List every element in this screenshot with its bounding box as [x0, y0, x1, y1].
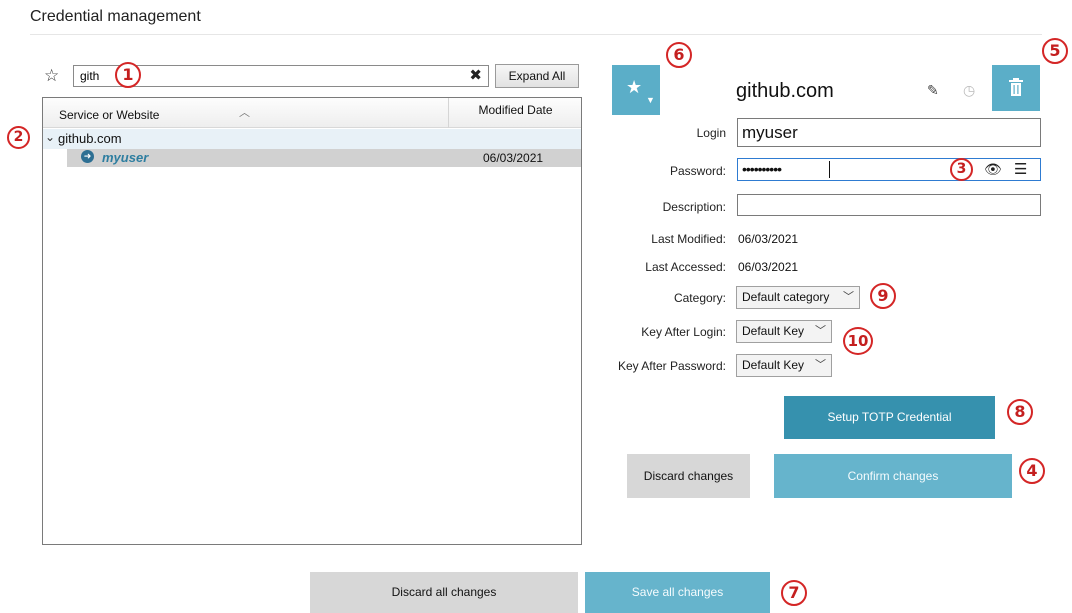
description-input[interactable] [738, 195, 1036, 215]
text-caret [829, 161, 830, 178]
expand-all-button[interactable]: Expand All [495, 64, 579, 88]
confirm-changes-button[interactable]: Confirm changes [774, 454, 1012, 498]
password-generator-sliders-icon[interactable]: ☰ [1014, 160, 1027, 178]
row-username: myuser [102, 150, 149, 165]
callout-3: 3 [950, 158, 973, 181]
callout-5: 5 [1042, 38, 1068, 64]
history-icon[interactable]: ◷ [963, 82, 975, 99]
key-after-login-selected-value: Default Key [742, 324, 805, 338]
category-select[interactable]: Default category ﹀ [736, 286, 860, 309]
category-label: Category: [673, 291, 726, 305]
tree-header: ︿ Service or Website Modified Date [43, 98, 581, 128]
login-label: Login [696, 126, 726, 140]
tree-group-label: github.com [58, 131, 122, 146]
tree-group-row[interactable]: ⌄ github.com [43, 129, 581, 149]
favorite-toggle-button[interactable]: ★ ▼ [612, 65, 660, 115]
save-all-changes-button[interactable]: Save all changes [585, 572, 770, 613]
key-after-login-select[interactable]: Default Key ﹀ [736, 320, 832, 343]
callout-10: 10 [843, 327, 873, 355]
description-field[interactable] [737, 194, 1041, 216]
caret-down-icon: ▼ [646, 95, 655, 105]
service-title: github.com [736, 80, 834, 102]
table-row[interactable]: ➜ myuser 06/03/2021 [67, 149, 581, 167]
show-password-eye-icon[interactable]: 👁 [984, 161, 1002, 178]
edit-icon[interactable]: ✎ [927, 82, 939, 99]
password-label: Password: [669, 164, 726, 178]
login-field[interactable] [737, 118, 1041, 147]
column-header-service-label: Service or Website [59, 108, 160, 122]
chevron-down-icon: ﹀ [815, 325, 826, 337]
callout-4: 4 [1019, 458, 1045, 484]
last-modified-label: Last Modified: [651, 232, 726, 246]
last-modified-value: 06/03/2021 [738, 232, 799, 246]
star-icon: ★ [626, 77, 643, 97]
arrow-right-circle-icon: ➜ [81, 150, 94, 163]
callout-1: 1 [115, 62, 141, 88]
credential-tree[interactable]: ︿ Service or Website Modified Date ⌄ git… [42, 97, 582, 545]
sort-up-icon: ︿ [239, 107, 250, 119]
column-header-modified[interactable]: Modified Date [450, 98, 581, 128]
last-accessed-label: Last Accessed: [645, 260, 726, 274]
discard-changes-button[interactable]: Discard changes [627, 454, 750, 498]
callout-6: 6 [666, 42, 692, 68]
callout-9: 9 [870, 283, 896, 309]
chevron-down-icon: ﹀ [843, 291, 854, 303]
category-selected-value: Default category [742, 290, 830, 304]
key-after-password-label: Key After Password: [617, 359, 726, 373]
title-divider [30, 34, 1042, 35]
callout-2: 2 [7, 126, 30, 149]
chevron-down-icon[interactable]: ⌄ [45, 130, 55, 144]
row-modified-date: 06/03/2021 [483, 151, 544, 165]
key-after-password-select[interactable]: Default Key ﹀ [736, 354, 832, 377]
delete-button[interactable] [992, 65, 1040, 111]
description-label: Description: [662, 200, 726, 214]
key-after-login-label: Key After Login: [641, 325, 726, 339]
favorites-filter-star-icon[interactable]: ☆ [44, 66, 59, 86]
clear-search-close-icon[interactable]: ✖ [469, 67, 482, 85]
password-masked-value: •••••••••• [742, 161, 782, 177]
password-field[interactable]: •••••••••• 👁 ☰ [737, 158, 1041, 181]
callout-8: 8 [1007, 399, 1033, 425]
column-header-service[interactable]: ︿ Service or Website [43, 98, 449, 128]
callout-7: 7 [781, 580, 807, 606]
last-accessed-value: 06/03/2021 [738, 260, 799, 274]
page-title: Credential management [30, 8, 201, 25]
discard-all-changes-button[interactable]: Discard all changes [310, 572, 578, 613]
trash-icon [1009, 78, 1023, 96]
login-input[interactable] [738, 119, 1028, 146]
key-after-password-selected-value: Default Key [742, 358, 805, 372]
setup-totp-button[interactable]: Setup TOTP Credential [784, 396, 995, 439]
chevron-down-icon: ﹀ [815, 359, 826, 371]
